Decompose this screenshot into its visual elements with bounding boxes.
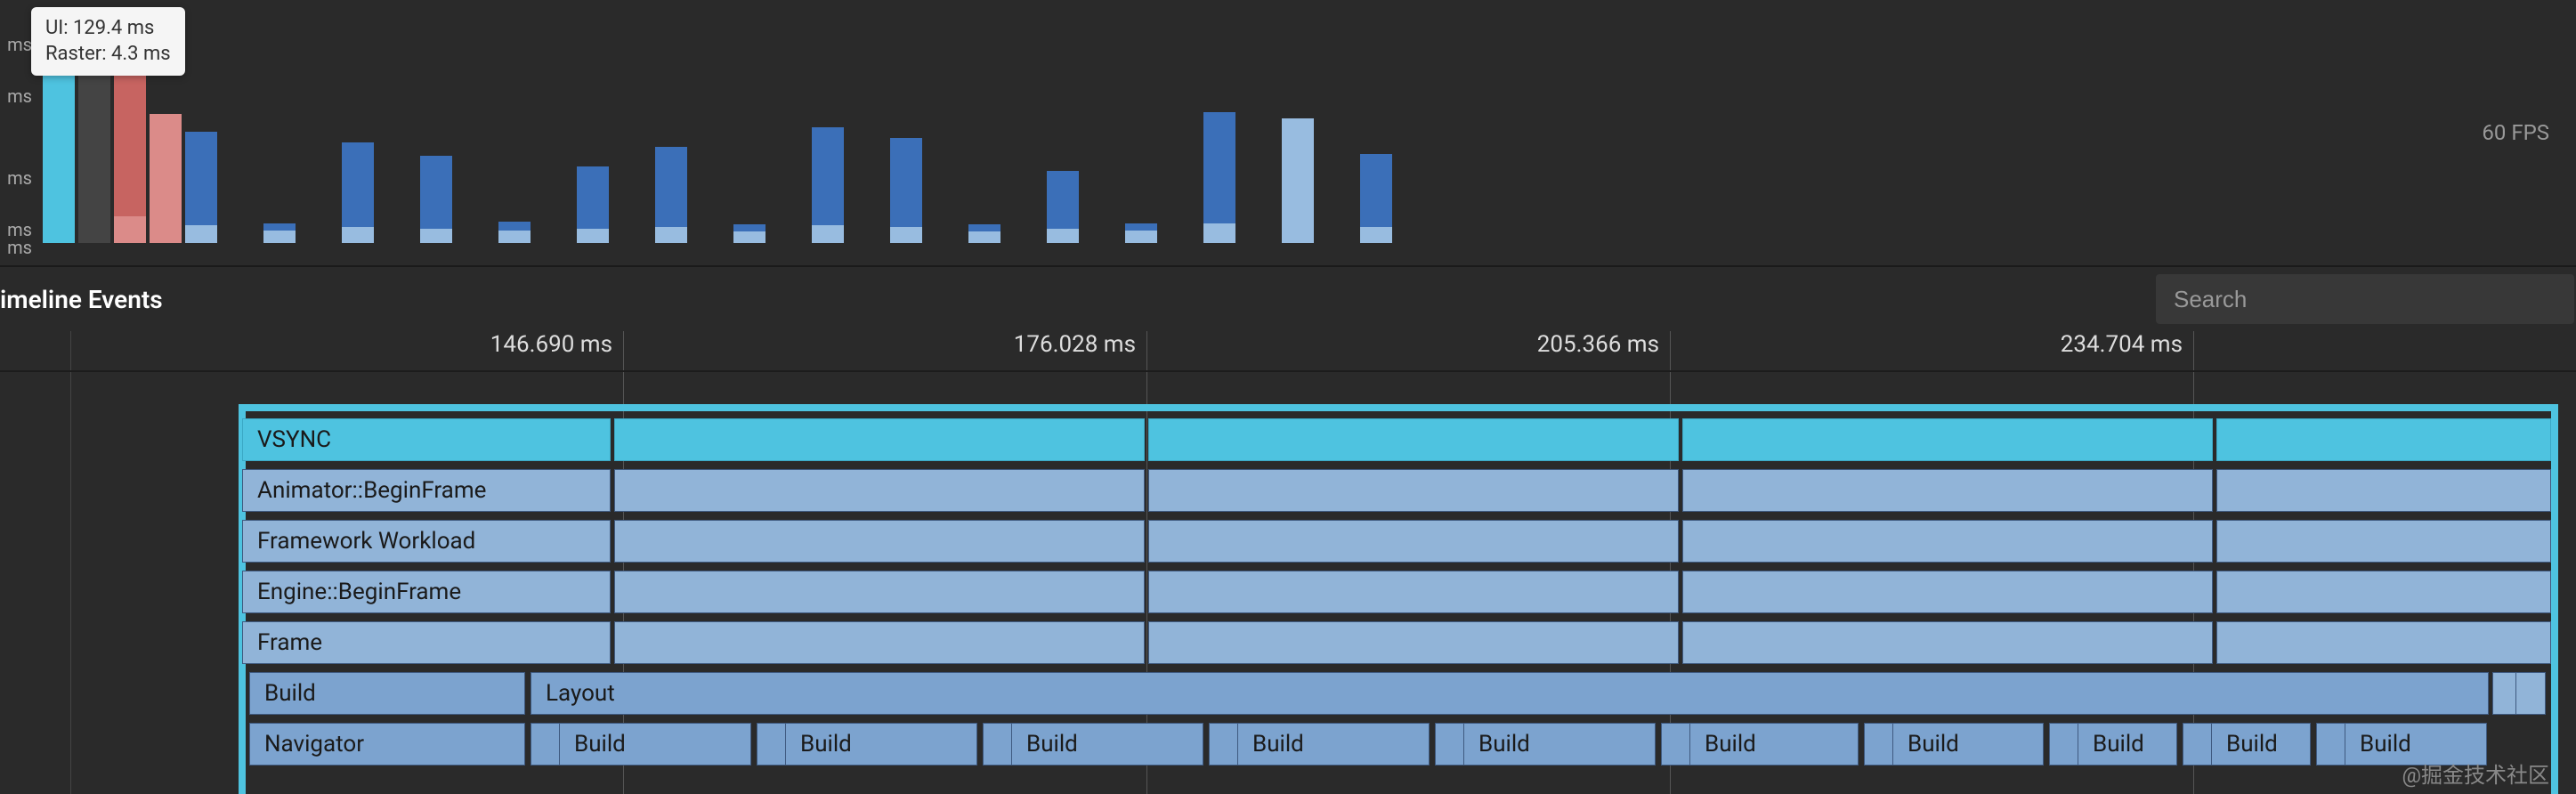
flame-event[interactable] [2216, 418, 2551, 461]
flame-event[interactable] [1682, 520, 2213, 563]
flame-row: VSYNC [240, 418, 2554, 465]
frame-bar[interactable] [655, 12, 687, 243]
flame-event[interactable]: Build [1892, 723, 2044, 766]
frame-bar[interactable] [1360, 12, 1392, 243]
frame-bar[interactable] [1125, 12, 1157, 243]
flame-event[interactable] [1661, 723, 1691, 766]
flame-event[interactable]: Build [2078, 723, 2177, 766]
ruler-tick: 234.704 ms [2061, 331, 2193, 358]
flame-event[interactable]: Engine::BeginFrame [242, 571, 611, 613]
flame-row: Framework Workload [240, 520, 2554, 566]
frame-bar[interactable] [1047, 12, 1079, 243]
flame-event[interactable] [1148, 418, 1679, 461]
frame-bar[interactable] [1282, 12, 1314, 243]
flame-event[interactable] [614, 418, 1145, 461]
flame-event[interactable] [2316, 723, 2346, 766]
ruler-tick: 146.690 ms [490, 331, 623, 358]
flame-event[interactable] [1148, 469, 1679, 512]
flame-event[interactable] [2183, 723, 2213, 766]
flame-event[interactable]: Build [1011, 723, 1203, 766]
frame-bar[interactable] [733, 12, 766, 243]
flame-row: Navigator Build Build Build Build Build Build B… [240, 723, 2554, 769]
frame-bar[interactable] [498, 12, 531, 243]
flame-event[interactable]: Build [1463, 723, 1656, 766]
search-container [2156, 274, 2574, 324]
flame-event[interactable]: Frame [242, 621, 611, 664]
timeline-events-title: imeline Events [0, 285, 163, 314]
flame-event[interactable]: Navigator [249, 723, 525, 766]
flame-event[interactable] [757, 723, 787, 766]
flame-event[interactable] [1682, 418, 2213, 461]
flame-event[interactable]: Build [2211, 723, 2311, 766]
flame-event[interactable]: Framework Workload [242, 520, 611, 563]
flame-row: BuildLayout [240, 672, 2554, 718]
flame-chart[interactable]: VSYNCAnimator::BeginFrameFramework Workl… [0, 372, 2576, 794]
flame-event[interactable] [1435, 723, 1465, 766]
flame-event[interactable] [614, 469, 1145, 512]
frame-bar[interactable] [1203, 12, 1235, 243]
flame-event[interactable] [2216, 571, 2551, 613]
frame-bar[interactable] [263, 12, 296, 243]
flame-event[interactable] [1209, 723, 1239, 766]
timeline-ruler[interactable]: 146.690 ms 176.028 ms 205.366 ms 234.704 ms… [0, 331, 2576, 372]
flame-event[interactable]: Build [1237, 723, 1430, 766]
flame-event[interactable]: VSYNC [242, 418, 611, 461]
frame-tooltip: UI: 129.4 ms Raster: 4.3 ms [31, 7, 185, 76]
watermark: @掘金技术社区 [2402, 758, 2549, 789]
flame-event[interactable] [2049, 723, 2079, 766]
flame-event[interactable] [614, 571, 1145, 613]
flame-left-gutter [0, 372, 71, 794]
flame-event[interactable] [1682, 469, 2213, 512]
flame-event[interactable] [1148, 520, 1679, 563]
frame-chart: ms ms ms ms ms 60 FPS UI: 129.4 ms Raste… [0, 0, 2576, 267]
tooltip-raster: Raster: 4.3 ms [45, 42, 171, 68]
flame-event[interactable]: Animator::BeginFrame [242, 469, 611, 512]
flame-event[interactable] [614, 621, 1145, 664]
frame-bars-container[interactable] [43, 12, 2576, 243]
frame-bar[interactable] [185, 12, 217, 243]
flame-event[interactable] [1864, 723, 1894, 766]
flame-event[interactable]: Layout [531, 672, 2489, 715]
frame-bar[interactable] [812, 12, 844, 243]
y-axis-label: ms [7, 237, 32, 258]
flame-event[interactable] [1682, 571, 2213, 613]
frame-bar[interactable] [968, 12, 1000, 243]
flame-event[interactable]: Build [785, 723, 977, 766]
frame-bar[interactable] [420, 12, 452, 243]
y-axis: ms ms ms ms ms [0, 0, 36, 265]
flame-event[interactable] [2216, 520, 2551, 563]
y-axis-label: ms [7, 34, 32, 55]
tooltip-ui: UI: 129.4 ms [45, 16, 171, 42]
flame-event[interactable] [2515, 672, 2546, 715]
flame-row: Animator::BeginFrame [240, 469, 2554, 515]
flame-row: Engine::BeginFrame [240, 571, 2554, 617]
flame-event[interactable] [1148, 571, 1679, 613]
frame-bar[interactable] [577, 12, 609, 243]
flame-event[interactable] [531, 723, 561, 766]
flame-event[interactable] [1148, 621, 1679, 664]
frame-bar[interactable] [890, 12, 922, 243]
flame-row: Frame [240, 621, 2554, 668]
frame-bar[interactable] [342, 12, 374, 243]
flame-event[interactable]: Build [559, 723, 751, 766]
flame-event[interactable] [983, 723, 1013, 766]
ruler-left-gutter [0, 331, 71, 370]
flame-event[interactable] [2216, 469, 2551, 512]
ruler-tick: 176.028 ms [1014, 331, 1146, 358]
search-input[interactable] [2156, 274, 2574, 324]
y-axis-label: ms [7, 85, 32, 107]
flame-event[interactable] [2216, 621, 2551, 664]
ruler-tick: 205.366 ms [1537, 331, 1670, 358]
flame-event[interactable] [614, 520, 1145, 563]
flame-event[interactable]: Build [249, 672, 525, 715]
y-axis-label: ms [7, 167, 32, 189]
flame-event[interactable] [1682, 621, 2213, 664]
events-header: imeline Events [0, 267, 2576, 331]
flame-event[interactable]: Build [1689, 723, 1859, 766]
